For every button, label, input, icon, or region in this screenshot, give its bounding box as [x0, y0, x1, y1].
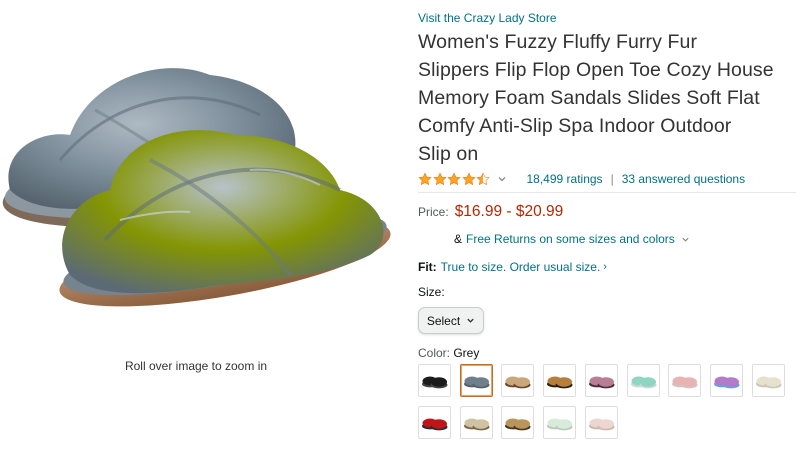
divider — [418, 192, 796, 193]
free-returns-link[interactable]: Free Returns on some sizes and colors — [466, 232, 675, 246]
color-swatch-black[interactable] — [418, 364, 451, 397]
ratings-count-link[interactable]: 18,499 ratings — [527, 172, 603, 186]
slipper-thumbnail-icon — [547, 418, 573, 430]
title-line: Comfy Anti-Slip Spa Indoor Outdoor — [418, 115, 732, 137]
color-swatch-mint[interactable] — [626, 364, 660, 397]
slipper-thumbnail-icon — [588, 418, 615, 430]
star-full-icon — [432, 172, 447, 186]
chevron-down-icon[interactable] — [681, 235, 690, 244]
product-title: Women's Fuzzy Fluffy Furry Fur Slippers … — [418, 28, 796, 168]
price-row: Price: $16.99 - $20.99 — [418, 203, 796, 225]
slipper-thumbnail-icon — [630, 376, 656, 388]
color-swatch-cream-leopard[interactable] — [459, 406, 493, 439]
color-row: Color: Grey — [418, 346, 796, 362]
slipper-thumbnail-icon — [713, 376, 740, 388]
star-full-icon — [447, 172, 461, 186]
image-column: Roll over image to zoom in — [0, 0, 400, 451]
color-swatch-red[interactable] — [418, 406, 451, 439]
slipper-thumbnail-icon — [463, 418, 490, 430]
slippers-illustration — [2, 68, 391, 307]
title-line: Slip on — [418, 143, 479, 165]
star-rating[interactable] — [418, 172, 527, 186]
color-swatch-pink[interactable] — [668, 364, 702, 397]
slipper-thumbnail-icon — [463, 376, 490, 388]
title-line: Slippers Flip Flop Open Toe Cozy House — [418, 59, 774, 81]
color-swatch-rainbow[interactable] — [709, 364, 743, 397]
color-swatch-tan-leopard[interactable] — [501, 406, 535, 439]
slipper-thumbnail-icon — [422, 418, 448, 430]
title-line: Women's Fuzzy Fluffy Furry Fur — [418, 31, 698, 53]
size-select-value: Select — [426, 313, 461, 328]
rating-row: 18,499 ratings | 33 answered questions — [418, 168, 796, 190]
slipper-thumbnail-icon — [588, 376, 615, 388]
price-label: Price: — [418, 205, 449, 219]
returns-row: & Free Returns on some sizes and colors — [454, 231, 796, 247]
title-line: Memory Foam Sandals Slides Soft Flat — [418, 87, 760, 109]
star-half-icon — [476, 172, 490, 186]
product-image[interactable] — [0, 40, 400, 310]
chevron-down-icon — [467, 318, 474, 323]
slipper-thumbnail-icon — [422, 376, 448, 388]
color-swatch-beige[interactable] — [751, 364, 785, 397]
product-details: Visit the Crazy Lady Store Women's Fuzzy… — [418, 10, 796, 362]
color-swatch-pale-green[interactable] — [543, 406, 577, 439]
fit-link[interactable]: True to size. Order usual size. — [441, 260, 601, 274]
chevron-down-icon[interactable] — [497, 174, 507, 184]
color-swatch-light-pink[interactable] — [584, 406, 618, 439]
color-value: Grey — [453, 346, 480, 360]
slipper-thumbnail-icon — [547, 376, 573, 388]
slipper-thumbnail-icon — [505, 418, 531, 430]
color-label: Color: — [418, 346, 454, 360]
slipper-thumbnail-icon — [672, 376, 698, 388]
rating-separator: | — [610, 172, 614, 186]
size-label: Size: — [418, 285, 445, 299]
color-swatch-leopard-light[interactable] — [501, 364, 535, 397]
slipper-thumbnail-icon — [505, 376, 531, 388]
slipper-thumbnail-icon — [755, 376, 782, 388]
store-link[interactable]: Visit the Crazy Lady Store — [418, 10, 796, 26]
color-swatch-pink-leopard[interactable] — [584, 364, 618, 397]
price-value: $16.99 - $20.99 — [454, 203, 564, 220]
color-swatch-leopard[interactable] — [543, 364, 577, 397]
answered-questions-link[interactable]: 33 answered questions — [622, 172, 745, 186]
star-full-icon — [418, 172, 432, 186]
zoom-hint: Roll over image to zoom in — [124, 359, 268, 373]
chevron-right-icon[interactable]: › — [603, 261, 607, 273]
returns-prefix: & — [454, 232, 463, 246]
fit-label: Fit: — [418, 260, 437, 274]
size-select[interactable]: Select — [418, 307, 484, 334]
color-swatch-grey[interactable] — [459, 364, 493, 397]
fit-row: Fit: True to size. Order usual size. › — [418, 259, 796, 275]
star-full-icon — [461, 172, 476, 186]
